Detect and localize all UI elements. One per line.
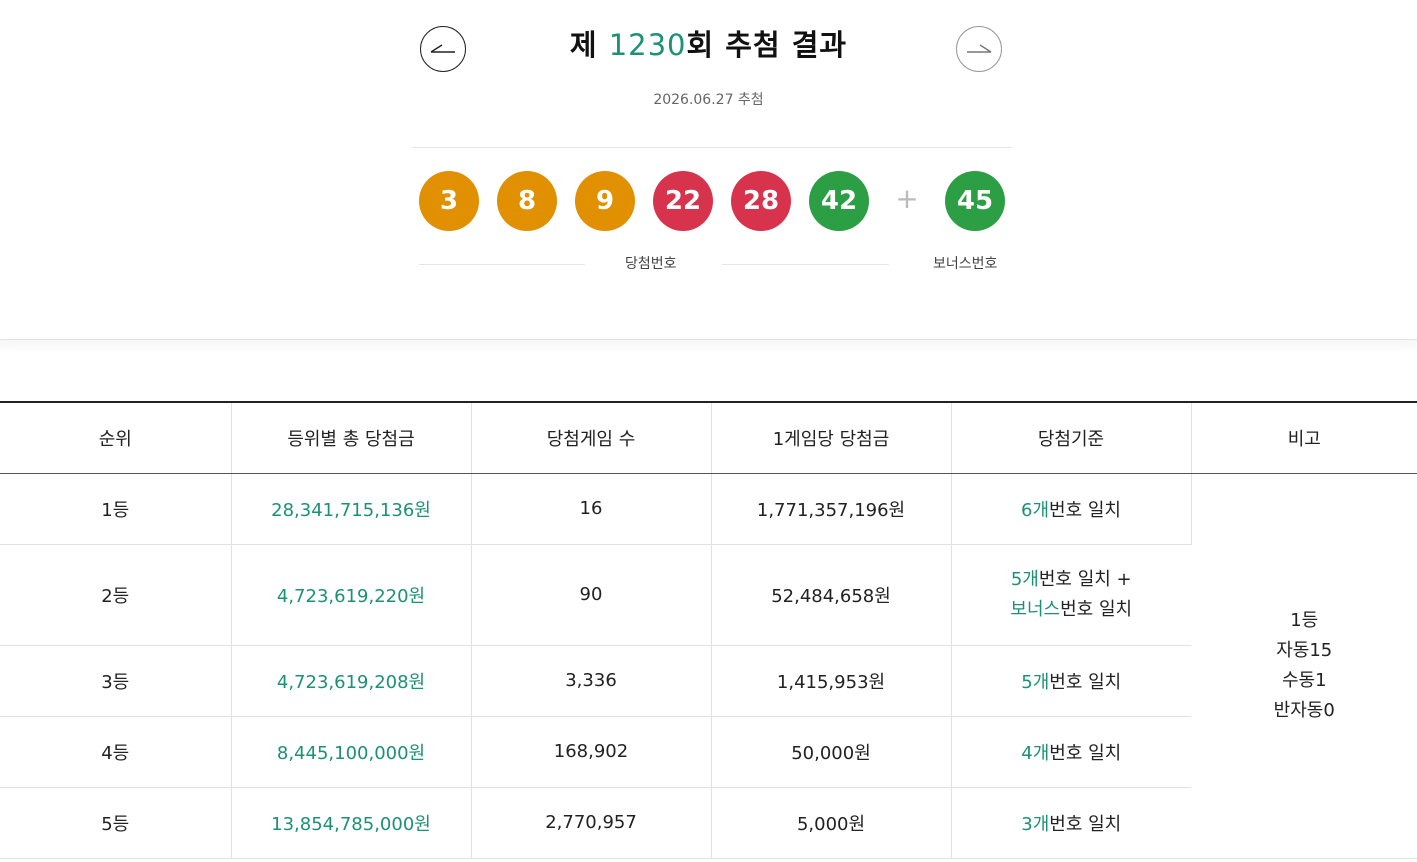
winning-numbers-caption: 당첨번호 xyxy=(625,256,677,272)
winning-ball-6: 42 xyxy=(809,171,869,231)
rank-cell: 2등 xyxy=(0,544,232,646)
header-note: 비고 xyxy=(1191,402,1417,474)
criteria-cell: 4개번호 일치 xyxy=(951,716,1191,788)
header-rank: 순위 xyxy=(0,402,232,474)
header-total-prize: 등위별 총 당첨금 xyxy=(231,402,472,474)
table-header-row: 순위 등위별 총 당첨금 당첨게임 수 1게임당 당첨금 당첨기준 비고 xyxy=(0,402,1417,474)
total-prize-cell: 8,445,100,000원 xyxy=(231,716,472,788)
winning-games-cell: 2,770,957 xyxy=(471,787,712,859)
total-prize-cell: 28,341,715,136원 xyxy=(231,473,472,545)
total-prize-cell: 4,723,619,220원 xyxy=(231,544,472,646)
criteria-cell: 3개번호 일치 xyxy=(951,787,1191,859)
winning-ball-3: 9 xyxy=(575,171,635,231)
header-criteria: 당첨기준 xyxy=(951,402,1192,474)
prize-per-game-cell: 52,484,658원 xyxy=(711,544,952,646)
note-line: 반자동0 xyxy=(1273,699,1335,721)
rank-cell: 5등 xyxy=(0,787,232,859)
header-winning-games: 당첨게임 수 xyxy=(471,402,712,474)
prize-per-game-cell: 50,000원 xyxy=(711,716,952,788)
bonus-ball: 45 xyxy=(945,171,1005,231)
plus-sign: + xyxy=(895,182,919,215)
note-line: 1등 xyxy=(1290,609,1319,631)
total-prize-cell: 4,723,619,208원 xyxy=(231,645,472,717)
winning-ball-4: 22 xyxy=(653,171,713,231)
draw-number: 1230 xyxy=(608,28,687,62)
winning-ball-5: 28 xyxy=(731,171,791,231)
prize-table: 순위 등위별 총 당첨금 당첨게임 수 1게임당 당첨금 당첨기준 비고 1등 … xyxy=(0,401,1417,859)
rank-cell: 3등 xyxy=(0,645,232,717)
caption-line-left xyxy=(419,264,585,265)
rank-cell: 1등 xyxy=(0,473,232,545)
criteria-cell: 5개번호 일치 xyxy=(951,645,1191,717)
page-title: 제 1230회 추첨 결과 xyxy=(569,28,848,62)
note-line: 수동1 xyxy=(1281,669,1327,691)
divider xyxy=(412,147,1012,148)
winning-ball-2: 8 xyxy=(497,171,557,231)
criteria-cell: 5개번호 일치 + 보너스번호 일치 xyxy=(951,544,1191,646)
winning-games-cell: 3,336 xyxy=(471,645,712,717)
winning-games-cell: 16 xyxy=(471,473,712,545)
rank-cell: 4등 xyxy=(0,716,232,788)
total-prize-cell: 13,854,785,000원 xyxy=(231,787,472,859)
table-row: 1등 28,341,715,136원 16 1,771,357,196원 6개번… xyxy=(0,473,1417,859)
bonus-number-caption: 보너스번호 xyxy=(933,256,998,272)
note-line: 자동15 xyxy=(1276,639,1333,661)
prize-per-game-cell: 5,000원 xyxy=(711,787,952,859)
prize-per-game-cell: 1,415,953원 xyxy=(711,645,952,717)
caption-line-right xyxy=(722,264,889,265)
winning-games-cell: 90 xyxy=(471,544,712,646)
winning-ball-1: 3 xyxy=(419,171,479,231)
prize-per-game-cell: 1,771,357,196원 xyxy=(711,473,952,545)
winning-games-cell: 168,902 xyxy=(471,716,712,788)
header-prize-per-game: 1게임당 당첨금 xyxy=(711,402,952,474)
criteria-cell: 6개번호 일치 xyxy=(951,473,1192,545)
note-cell: 1등 자동15 수동1 반자동0 xyxy=(1191,473,1417,859)
draw-date: 2026.06.27 추첨 xyxy=(653,92,764,108)
